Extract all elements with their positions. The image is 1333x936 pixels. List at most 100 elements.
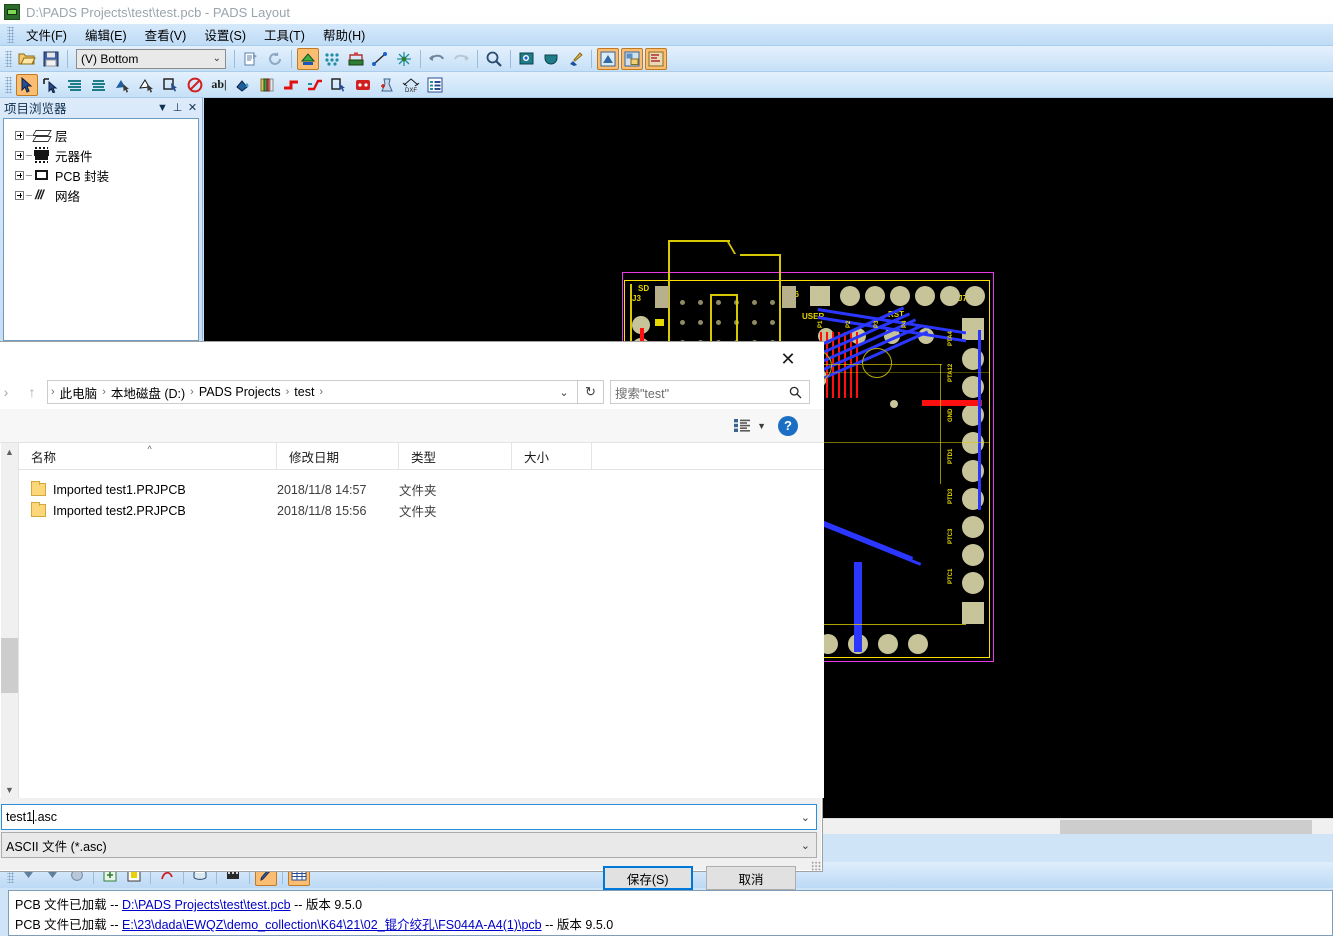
cut-icon[interactable]	[328, 74, 350, 96]
column-header-size[interactable]: 大小	[512, 443, 592, 469]
column-header-name[interactable]: ^ 名称	[19, 443, 277, 469]
drc-icon[interactable]	[376, 74, 398, 96]
panel-pin-button[interactable]: ⊥	[170, 100, 185, 115]
query-icon[interactable]	[516, 48, 538, 70]
route-icon[interactable]	[369, 48, 391, 70]
scrollbar-thumb[interactable]	[1060, 820, 1312, 834]
folder-icon	[31, 483, 46, 496]
file-list-row[interactable]: Imported test2.PRJPCB 2018/11/8 15:56 文件…	[19, 500, 824, 521]
scroll-up-icon[interactable]: ▲	[1, 443, 18, 460]
layout-tool-icon[interactable]	[621, 48, 643, 70]
file-type: 文件夹	[399, 501, 512, 520]
flood-icon[interactable]	[321, 48, 343, 70]
toolbar-grip-2[interactable]	[5, 77, 12, 93]
navigation-pane-scrollbar[interactable]: ▲ ▼	[1, 443, 18, 798]
file-list-row[interactable]: Imported test1.PRJPCB 2018/11/8 14:57 文件…	[19, 479, 824, 500]
undo-icon[interactable]	[426, 48, 448, 70]
menubar-grip[interactable]	[7, 27, 14, 43]
menu-edit[interactable]: 编辑(E)	[76, 23, 136, 46]
move-icon[interactable]	[160, 74, 182, 96]
expand-plus-icon[interactable]	[15, 151, 24, 160]
search-icon[interactable]	[789, 386, 805, 399]
expand-plus-icon[interactable]	[15, 171, 24, 180]
cancel-button[interactable]: 取消	[706, 866, 796, 890]
file-date: 2018/11/8 14:57	[277, 483, 399, 497]
column-header-date[interactable]: 修改日期	[277, 443, 399, 469]
tree-item-pcb-decals[interactable]: PCB 封装	[6, 165, 196, 185]
list-icon[interactable]	[424, 74, 446, 96]
filename-input[interactable]: test1 .asc ⌄	[1, 804, 817, 830]
scroll-down-icon[interactable]: ▼	[1, 781, 18, 798]
chevron-down-icon[interactable]: ⌄	[553, 386, 575, 399]
select-arrow-icon[interactable]	[16, 74, 38, 96]
breadcrumb-item-1[interactable]: › 本地磁盘 (D:)	[101, 381, 189, 403]
error-marker-icon[interactable]	[352, 74, 374, 96]
file-list-pane[interactable]: ^ 名称 修改日期 类型 大小 Imported test1.PRJPCB 20…	[18, 443, 824, 798]
plane-icon[interactable]	[345, 48, 367, 70]
view-options-button[interactable]: ▼	[734, 418, 778, 433]
menu-view[interactable]: 查看(V)	[136, 23, 196, 46]
panel-menu-button[interactable]: ▼	[155, 100, 170, 115]
measure-icon[interactable]	[540, 48, 562, 70]
nav-forward-icon[interactable]: ›	[0, 379, 19, 405]
nav-up-icon[interactable]: ↑	[19, 379, 45, 405]
open-folder-icon[interactable]	[16, 48, 38, 70]
pcb-tool-icon[interactable]	[597, 48, 619, 70]
menu-file[interactable]: 文件(F)	[17, 23, 76, 46]
magnifier-icon[interactable]	[483, 48, 505, 70]
save-button[interactable]: 保存(S)	[603, 866, 693, 890]
status-output-pane[interactable]: PCB 文件已加载 -- D:\PADS Projects\test\test.…	[8, 890, 1333, 936]
fill-copper-icon[interactable]	[297, 48, 319, 70]
panel-close-button[interactable]: ✕	[185, 100, 200, 115]
help-icon[interactable]: ?	[778, 416, 798, 436]
tree-item-label: 网络	[55, 186, 80, 205]
fill-icon[interactable]	[232, 74, 254, 96]
status-line-1-link[interactable]: D:\PADS Projects\test\test.pcb	[122, 898, 291, 912]
tree-item-nets[interactable]: 网络	[6, 185, 196, 205]
breadcrumb-item-2[interactable]: › PADS Projects	[189, 381, 284, 403]
refresh-icon[interactable]	[264, 48, 286, 70]
dialog-nav-row: ‹ › ↑ › 此电脑 › 本地磁盘 (D:) › PADS Projects …	[0, 375, 824, 409]
resize-grip[interactable]	[811, 861, 821, 871]
menu-setup[interactable]: 设置(S)	[195, 23, 255, 46]
split-plane-icon[interactable]	[393, 48, 415, 70]
copper-pour-2-icon[interactable]	[88, 74, 110, 96]
select-partial-icon[interactable]	[40, 74, 62, 96]
chevron-down-icon[interactable]: ⌄	[801, 839, 812, 852]
refresh-icon[interactable]: ↻	[578, 380, 604, 404]
hatch-2-icon[interactable]	[136, 74, 158, 96]
no-entry-icon[interactable]	[184, 74, 206, 96]
dxf-icon[interactable]: DXF	[400, 74, 422, 96]
layer-select[interactable]: (V) Bottom ⌄	[76, 49, 226, 69]
trace-split-icon[interactable]	[304, 74, 326, 96]
expand-plus-icon[interactable]	[15, 191, 24, 200]
text-ab-icon[interactable]: ab|	[208, 74, 230, 96]
breadcrumb-item-0[interactable]: › 此电脑	[50, 381, 101, 403]
filetype-select[interactable]: ASCII 文件 (*.asc) ⌄	[1, 832, 817, 858]
tree-item-label: 元器件	[55, 146, 93, 165]
library-icon[interactable]	[256, 74, 278, 96]
breadcrumb-item-3[interactable]: › test ›	[285, 381, 325, 403]
chevron-down-icon[interactable]: ⌄	[801, 811, 812, 824]
search-input[interactable]: 搜索"test"	[610, 380, 810, 404]
redo-icon[interactable]	[450, 48, 472, 70]
status-line-2-link[interactable]: E:\23\dada\EWQZ\demo_collection\K64\21\0…	[122, 918, 542, 932]
save-disk-icon[interactable]	[40, 48, 62, 70]
trace-red-icon[interactable]	[280, 74, 302, 96]
breadcrumb[interactable]: › 此电脑 › 本地磁盘 (D:) › PADS Projects › test…	[47, 380, 578, 404]
report-icon[interactable]	[240, 48, 262, 70]
menu-tools[interactable]: 工具(T)	[255, 23, 314, 46]
column-header-type[interactable]: 类型	[399, 443, 512, 469]
tree-item-layers[interactable]: 层	[6, 125, 196, 145]
expand-plus-icon[interactable]	[15, 131, 24, 140]
hatch-icon[interactable]	[112, 74, 134, 96]
menu-help[interactable]: 帮助(H)	[314, 23, 374, 46]
scrollbar-thumb[interactable]	[1, 638, 18, 693]
paintbrush-icon[interactable]	[564, 48, 586, 70]
tree-item-components[interactable]: 元器件	[6, 145, 196, 165]
toolbar-grip-1[interactable]	[5, 51, 12, 67]
close-icon[interactable]: ✕	[766, 346, 810, 372]
copper-pour-icon[interactable]	[64, 74, 86, 96]
pads-logo-icon[interactable]	[645, 48, 667, 70]
breadcrumb-separator: ›	[318, 386, 324, 398]
